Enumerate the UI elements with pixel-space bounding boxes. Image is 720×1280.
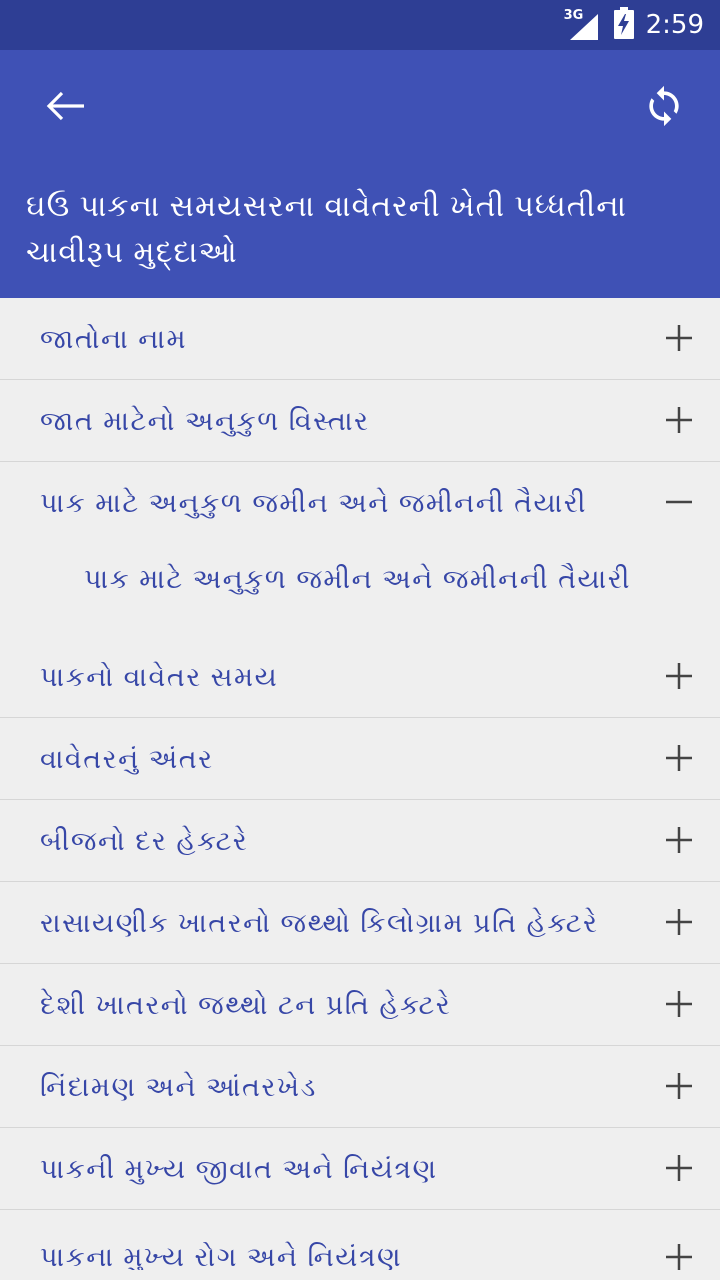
list-item[interactable]: નિંદામણ અને આંતરખેડ <box>0 1046 720 1128</box>
list-item-label: પાક માટે અનુકુળ જમીન અને જમીનની તૈયારી <box>40 488 587 518</box>
list-subitem-label: પાક માટે અનુકુળ જમીન અને જમીનની તૈયારી <box>84 564 631 594</box>
refresh-button[interactable] <box>628 76 700 136</box>
plus-icon[interactable] <box>664 405 694 435</box>
list-item[interactable]: પાકનો વાવેતર સમય <box>0 636 720 718</box>
list-item[interactable]: જાત માટેનો અનુકુળ વિસ્તાર <box>0 380 720 462</box>
list-item-label: પાકનો વાવેતર સમય <box>40 662 279 692</box>
list-item[interactable]: બીજનો દર હેક્ટરે <box>0 800 720 882</box>
plus-icon[interactable] <box>664 1071 694 1101</box>
app-bar: ઘઉ પાકના સમયસરના વાવેતરની ખેતી પધ્ધતીના … <box>0 50 720 298</box>
network-signal-icon: 3G <box>564 8 602 40</box>
list-item-label: નિંદામણ અને આંતરખેડ <box>40 1072 317 1102</box>
page-title: ઘઉ પાકના સમયસરના વાવેતરની ખેતી પધ્ધતીના … <box>26 190 627 269</box>
accordion-list: જાતોના નામ જાત માટેનો અનુકુળ વિસ્તાર પાક… <box>0 298 720 1270</box>
list-item[interactable]: પાકના મુખ્ય રોગ અને નિયંત્રણ <box>0 1210 720 1270</box>
plus-icon[interactable] <box>664 1242 694 1270</box>
plus-icon[interactable] <box>664 1153 694 1183</box>
list-item[interactable]: જાતોના નામ <box>0 298 720 380</box>
back-button[interactable] <box>30 80 102 132</box>
plus-icon[interactable] <box>664 989 694 1019</box>
list-subitem[interactable]: પાક માટે અનુકુળ જમીન અને જમીનની તૈયારી <box>0 544 720 636</box>
plus-icon[interactable] <box>664 825 694 855</box>
minus-icon[interactable] <box>664 487 694 517</box>
list-item-expanded[interactable]: પાક માટે અનુકુળ જમીન અને જમીનની તૈયારી <box>0 462 720 544</box>
list-item-label: રાસાયણીક ખાતરનો જથ્થો કિલોગ્રામ પ્રતિ હે… <box>40 908 599 938</box>
battery-charging-icon <box>613 7 634 43</box>
list-item-label: જાત માટેનો અનુકુળ વિસ્તાર <box>40 406 370 436</box>
list-item-label: વાવેતરનું અંતર <box>40 744 214 774</box>
list-item[interactable]: દેશી ખાતરનો જથ્થો ટન પ્રતિ હેક્ટરે <box>0 964 720 1046</box>
plus-icon[interactable] <box>664 661 694 691</box>
list-item-label: જાતોના નામ <box>40 324 188 354</box>
list-item-label: પાકની મુખ્ય જીવાત અને નિયંત્રણ <box>40 1154 438 1184</box>
plus-icon[interactable] <box>664 907 694 937</box>
clock: 2:59 <box>645 10 704 40</box>
status-bar: 3G 2:59 <box>0 0 720 50</box>
list-item-label: બીજનો દર હેક્ટરે <box>40 826 249 856</box>
list-item[interactable]: પાકની મુખ્ય જીવાત અને નિયંત્રણ <box>0 1128 720 1210</box>
plus-icon[interactable] <box>664 743 694 773</box>
plus-icon[interactable] <box>664 323 694 353</box>
list-item-label: પાકના મુખ્ય રોગ અને નિયંત્રણ <box>40 1242 402 1270</box>
refresh-icon <box>649 85 679 127</box>
arrow-left-icon <box>46 91 84 121</box>
list-item[interactable]: રાસાયણીક ખાતરનો જથ્થો કિલોગ્રામ પ્રતિ હે… <box>0 882 720 964</box>
list-item-label: દેશી ખાતરનો જથ્થો ટન પ્રતિ હેક્ટરે <box>40 990 452 1020</box>
list-item[interactable]: વાવેતરનું અંતર <box>0 718 720 800</box>
